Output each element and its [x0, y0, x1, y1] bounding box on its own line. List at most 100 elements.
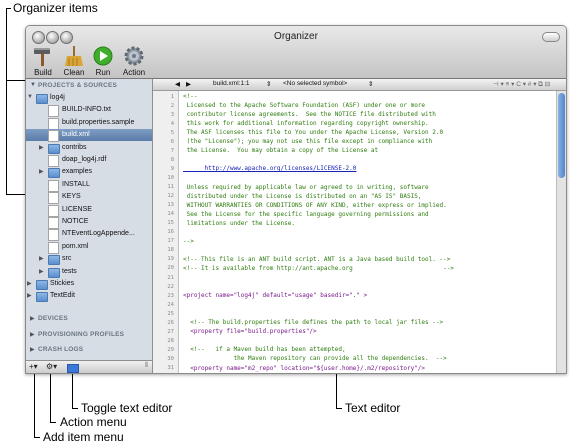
popup-arrows-icon: ⇕ — [266, 81, 272, 88]
disclosure-closed-icon[interactable]: ▶ — [39, 268, 44, 275]
clean-label: Clean — [63, 68, 85, 77]
code-line: <!-- It is available from http://ant.apa… — [183, 264, 454, 272]
run-button[interactable]: Run — [87, 45, 119, 77]
run-icon — [93, 46, 113, 66]
callout-line — [336, 372, 337, 408]
callout-line — [6, 8, 11, 9]
resize-handle-icon[interactable]: ⦀ — [145, 362, 148, 370]
code-line: <!-- — [183, 93, 198, 100]
disclosure-closed-icon[interactable]: ▶ — [39, 144, 44, 151]
line-number: 7 — [170, 147, 174, 154]
sidebar-item[interactable]: ▶ src — [26, 253, 152, 266]
sidebar-item[interactable]: INSTALL — [26, 179, 152, 192]
clean-button[interactable]: Clean — [58, 45, 90, 77]
callout-line — [336, 408, 342, 409]
line-number: 17 — [167, 238, 174, 245]
sidebar-item[interactable]: build.properties.sample — [26, 117, 152, 130]
editor-vertical-scrollbar[interactable] — [556, 91, 566, 373]
back-arrow-icon[interactable]: ◀ — [175, 80, 180, 88]
disclosure-closed-icon[interactable]: ▶ — [27, 292, 32, 299]
sidebar-item[interactable]: ▶ examples — [26, 166, 152, 179]
code-line: <!-- The build.properties file defines t… — [183, 319, 444, 327]
callout-organizer-items: Organizer items — [13, 1, 98, 15]
line-number: 6 — [170, 138, 174, 145]
sidebar-item[interactable]: ▶ tests — [26, 266, 152, 278]
section-provisioning-profiles[interactable]: ▶ PROVISIONING PROFILES — [26, 329, 152, 341]
code-line: the Maven repository can provide all the… — [183, 355, 447, 363]
sidebar-item[interactable]: ▶ TextEdit — [26, 290, 152, 303]
forward-arrow-icon[interactable]: ▶ — [186, 80, 191, 88]
line-number: 21 — [167, 274, 174, 281]
add-item-menu-button[interactable]: +▾ — [29, 362, 38, 371]
line-number: 9 — [170, 165, 174, 172]
code-line: distributed under the License is distrib… — [183, 192, 422, 200]
line-number: 22 — [167, 283, 174, 290]
callout-toggle-text-editor: Toggle text editor — [81, 401, 173, 415]
code-line: The ASF licenses this file to You under … — [183, 129, 444, 137]
sidebar-item[interactable]: ▶ contribs — [26, 142, 152, 154]
file-popup[interactable]: build.xml:1:1 — [213, 80, 250, 87]
nav-bar-tools[interactable]: ⊣ ▾ ≡ ▾ C ▾ # ▾ ⧉ ⊟ — [493, 80, 550, 89]
sidebar-item[interactable]: KEYS — [26, 191, 152, 205]
code-line: See the License for the specific languag… — [183, 210, 429, 218]
code-line: --> — [183, 237, 194, 245]
code-line: WITHOUT WARRANTIES OR CONDITIONS OF ANY … — [183, 201, 447, 209]
disclosure-open-icon[interactable]: ▼ — [27, 94, 33, 100]
line-number: 3 — [170, 111, 174, 118]
disclosure-closed-icon[interactable]: ▶ — [39, 255, 44, 262]
callout-line — [50, 422, 56, 423]
sidebar-item[interactable]: pom.xml — [26, 241, 152, 254]
disclosure-closed-icon[interactable]: ▶ — [39, 168, 44, 175]
action-menu-button[interactable]: ⚙▾ — [46, 362, 57, 371]
section-projects[interactable]: ▼ PROJECTS & SOURCES — [26, 80, 152, 92]
sidebar-item[interactable]: ▶ Stickies — [26, 278, 152, 290]
code-line: <property name="m2_repo" location="${use… — [183, 364, 426, 372]
sidebar-item[interactable]: ▼ log4j — [26, 92, 152, 104]
text-editor[interactable]: <!-- Licensed to the Apache Software Fou… — [179, 91, 556, 373]
code-line: Licensed to the Apache Software Foundati… — [183, 102, 426, 110]
line-number: 8 — [170, 156, 174, 163]
sidebar-item[interactable]: LICENSE — [26, 204, 152, 217]
section-devices[interactable]: ▶ DEVICES — [26, 313, 152, 325]
toggle-text-editor-button[interactable] — [67, 364, 79, 373]
organizer-sidebar: ▼ PROJECTS & SOURCES ▼ log4j BUILD-INFO.tx… — [26, 79, 153, 360]
sidebar-item-label: doap_log4j.rdf — [62, 156, 107, 163]
folder-icon — [48, 255, 60, 266]
broom-icon — [65, 46, 83, 66]
sidebar-item[interactable]: doap_log4j.rdf — [26, 154, 152, 167]
line-number: 10 — [167, 174, 174, 181]
disclosure-closed-icon: ▶ — [30, 332, 35, 338]
line-number: 20 — [167, 265, 174, 272]
hammer-icon — [34, 48, 50, 66]
code-line: http://www.apache.org/licenses/LICENSE-2… — [183, 165, 357, 173]
folder-icon — [48, 168, 60, 179]
run-label: Run — [95, 68, 111, 77]
sidebar-item-label: pom.xml — [62, 242, 89, 250]
line-number: 18 — [167, 247, 174, 254]
sidebar-item-label: TextEdit — [50, 292, 75, 300]
disclosure-closed-icon[interactable]: ▶ — [27, 280, 32, 287]
sidebar-item-label: Stickies — [50, 280, 75, 287]
sidebar-item-label: contribs — [62, 143, 87, 151]
line-number: 27 — [167, 328, 174, 335]
sidebar-item[interactable]: NTEventLogAppende... — [26, 228, 152, 242]
action-label: Action — [122, 68, 146, 77]
file-icon — [48, 105, 59, 118]
build-button[interactable]: Build — [27, 45, 59, 77]
sidebar-item[interactable]: BUILD-INFO.txt — [26, 104, 152, 118]
code-line: contributor license agreements. See the … — [183, 111, 436, 119]
sidebar-item[interactable]: NOTICE — [26, 216, 152, 229]
symbol-popup[interactable]: <No selected symbol> — [283, 80, 347, 87]
file-icon — [48, 229, 59, 242]
line-number: 28 — [167, 337, 174, 344]
sidebar-item-label: log4j — [50, 94, 65, 101]
code-line: <!-- if a Maven build has been attempted… — [183, 346, 346, 354]
callout-line — [72, 408, 78, 409]
scrollbar-thumb[interactable] — [558, 93, 565, 178]
sidebar-item[interactable]: build.xml — [26, 129, 152, 143]
callout-add-item-menu: Add item menu — [43, 430, 124, 444]
line-number: 12 — [167, 193, 174, 200]
section-crash-logs[interactable]: ▶ CRASH LOGS — [26, 344, 152, 356]
action-button[interactable]: Action — [118, 45, 150, 77]
toolbar-toggle-button[interactable] — [542, 32, 560, 42]
